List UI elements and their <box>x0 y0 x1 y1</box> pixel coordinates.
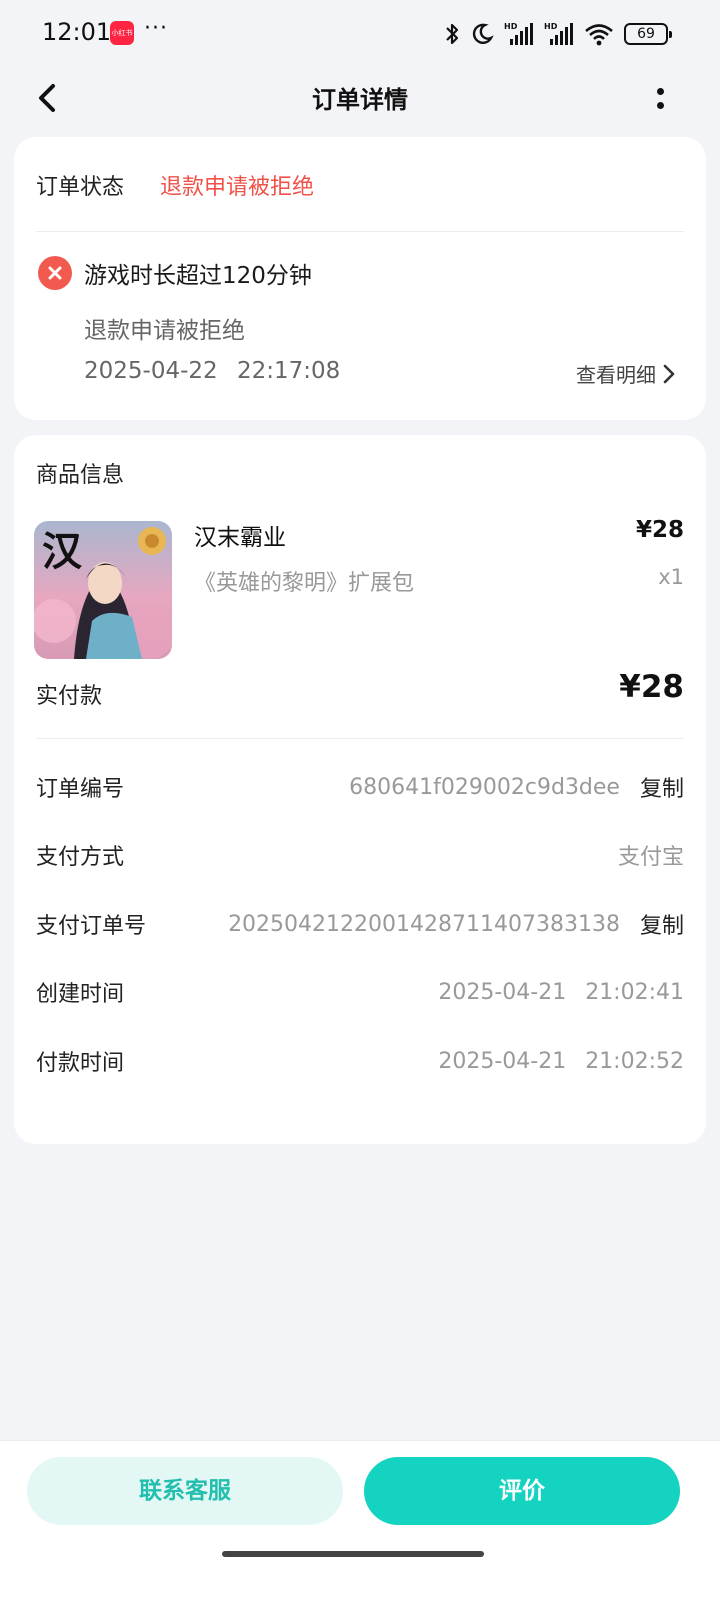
paid-amount-label: 实付款 <box>36 684 103 709</box>
section-title: 商品信息 <box>36 463 125 488</box>
wifi-icon <box>585 24 613 46</box>
divider <box>36 738 684 739</box>
order-status-card: 订单状态 退款申请被拒绝 游戏时长超过120分钟 退款申请被拒绝 2025-04… <box>14 137 706 420</box>
contact-service-button[interactable]: 联系客服 <box>27 1457 343 1525</box>
svg-text:HD: HD <box>544 22 558 31</box>
created-time-value: 2025-04-21 21:02:41 <box>438 979 684 1005</box>
more-notifications-icon: ··· <box>144 16 168 41</box>
battery-icon: 69 <box>624 23 672 45</box>
product-subtitle: 《英雄的黎明》扩展包 <box>194 571 415 596</box>
review-button[interactable]: 评价 <box>364 1457 680 1525</box>
payment-order-row: 支付订单号 2025042122001428711407383138 复制 <box>36 906 684 942</box>
product-price: ¥28 <box>635 517 684 543</box>
hd-signal-icon: HD <box>504 22 533 45</box>
status-icons: HD HD 69 <box>444 20 672 48</box>
product-quantity: x1 <box>658 565 684 589</box>
copy-order-number-button[interactable]: 复制 <box>640 771 684 803</box>
xiaohongshu-app-icon: 小红书 <box>110 21 134 45</box>
order-number-value: 680641f029002c9d3dee <box>349 774 620 800</box>
product-name: 汉末霸业 <box>194 525 286 551</box>
order-status-row: 订单状态 退款申请被拒绝 <box>36 169 314 201</box>
vertical-dots-icon <box>656 101 664 109</box>
bluetooth-icon <box>446 23 459 45</box>
payment-method-value: 支付宝 <box>617 845 684 870</box>
paid-time-row: 付款时间 2025-04-21 21:02:52 <box>36 1043 684 1079</box>
view-details-label: 查看明细 <box>576 363 656 387</box>
order-number-row: 订单编号 680641f029002c9d3dee 复制 <box>36 769 684 805</box>
order-status-label: 订单状态 <box>36 175 125 200</box>
payment-method-row: 支付方式 支付宝 <box>36 837 684 873</box>
page-title: 订单详情 <box>312 86 408 114</box>
error-icon <box>38 256 72 290</box>
view-details-link[interactable]: 查看明细 <box>576 359 676 388</box>
moon-icon <box>472 23 494 44</box>
vertical-dots-icon <box>656 87 664 95</box>
paid-time-label: 付款时间 <box>36 1051 125 1076</box>
copy-payment-order-button[interactable]: 复制 <box>640 908 684 940</box>
refund-result: 退款申请被拒绝 <box>84 318 245 344</box>
bottom-action-bar: 联系客服 评价 <box>0 1440 720 1600</box>
refund-reason: 游戏时长超过120分钟 <box>84 263 312 289</box>
divider <box>36 231 684 232</box>
status-bar: 12:01 小红书 ··· HD HD 69 <box>0 0 720 66</box>
order-status-value: 退款申请被拒绝 <box>160 175 315 200</box>
payment-order-value: 2025042122001428711407383138 <box>228 911 620 937</box>
paid-amount-value: ¥28 <box>619 669 684 705</box>
more-options-button[interactable] <box>642 80 678 116</box>
refund-time: 2025-04-22 22:17:08 <box>84 358 341 384</box>
payment-method-label: 支付方式 <box>36 845 125 870</box>
created-time-label: 创建时间 <box>36 982 125 1007</box>
product-image[interactable]: 汉 <box>34 521 172 659</box>
status-time: 12:01 <box>42 18 112 46</box>
chevron-right-icon <box>663 364 675 383</box>
order-number-label: 订单编号 <box>36 777 125 802</box>
created-time-row: 创建时间 2025-04-21 21:02:41 <box>36 974 684 1010</box>
product-image-char: 汉 <box>42 528 83 575</box>
order-info-card: 商品信息 汉 汉末霸业 《英雄的黎明》扩展包 ¥28 x1 实付款 ¥28 订单… <box>14 435 706 1144</box>
home-indicator[interactable] <box>222 1551 484 1557</box>
svg-text:HD: HD <box>504 22 518 31</box>
nav-bar: 订单详情 <box>0 66 720 130</box>
hd-signal-icon: HD <box>544 22 573 45</box>
paid-time-value: 2025-04-21 21:02:52 <box>438 1048 684 1074</box>
payment-order-label: 支付订单号 <box>36 914 147 939</box>
